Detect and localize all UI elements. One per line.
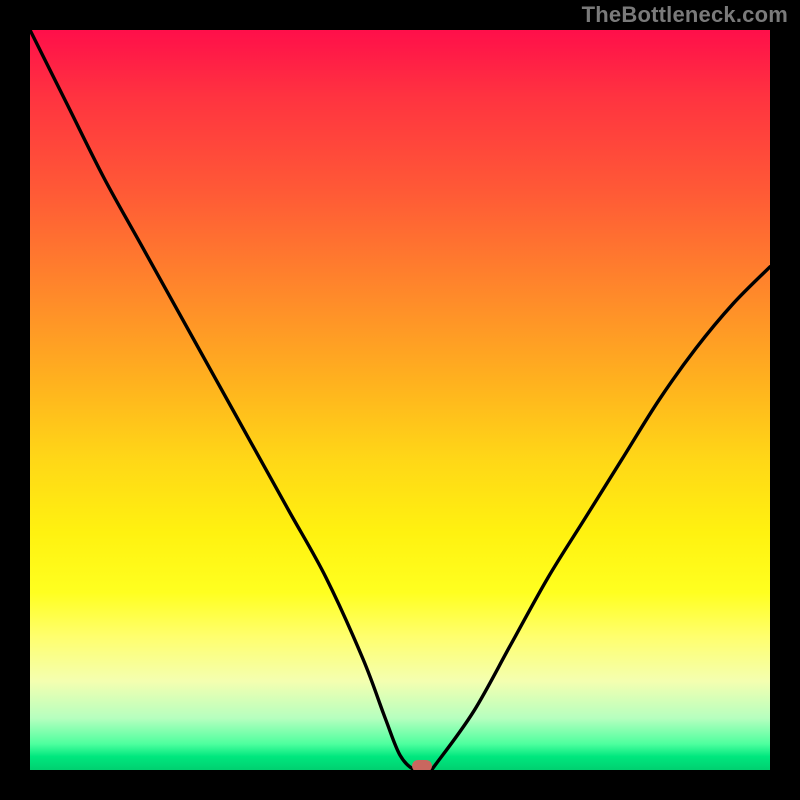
bottleneck-curve bbox=[30, 30, 770, 770]
curve-path bbox=[30, 30, 770, 770]
chart-frame: TheBottleneck.com bbox=[0, 0, 800, 800]
plot-area bbox=[30, 30, 770, 770]
attribution-text: TheBottleneck.com bbox=[582, 2, 788, 28]
minimum-marker bbox=[412, 760, 432, 770]
